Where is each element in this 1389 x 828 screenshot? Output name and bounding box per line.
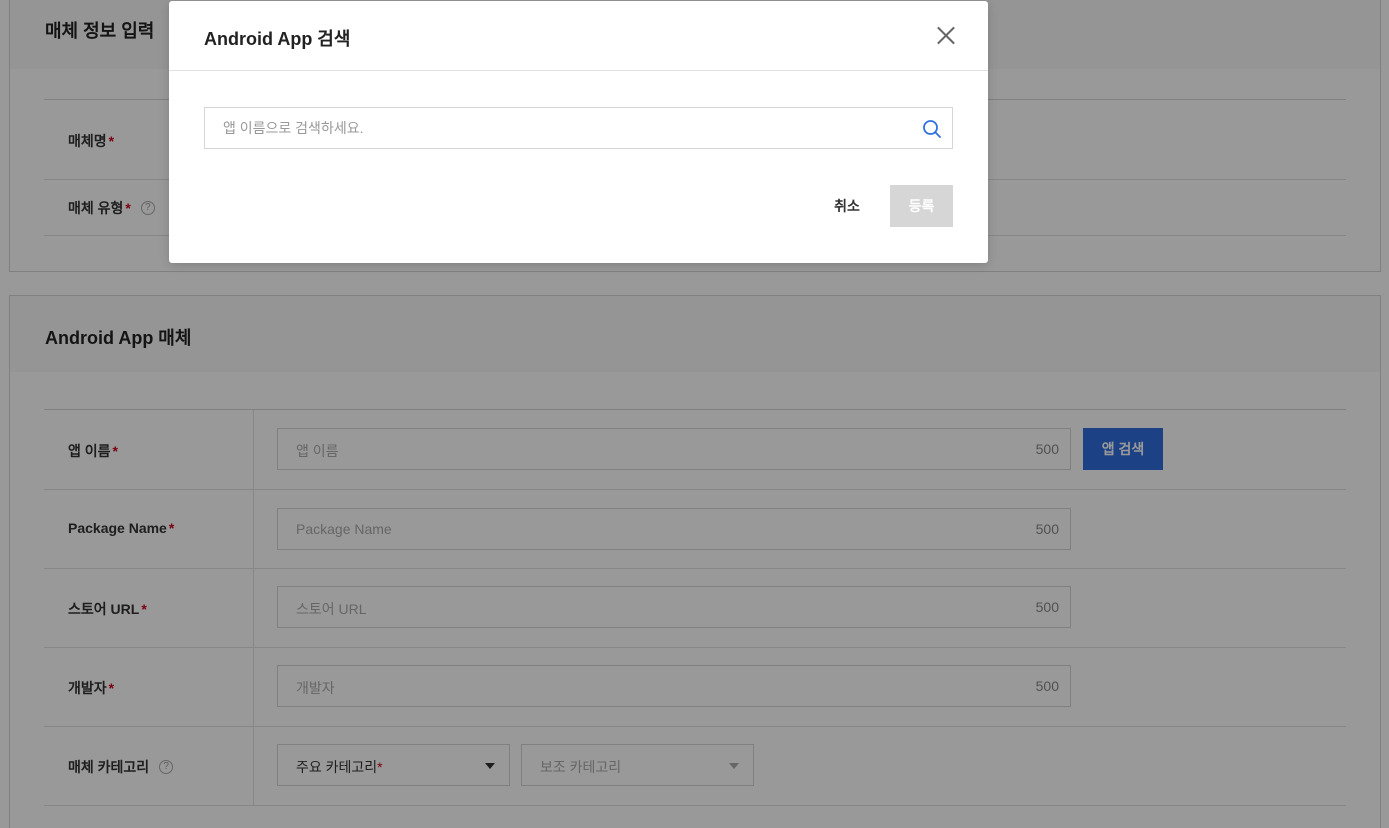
close-icon[interactable] [934,23,958,47]
register-button[interactable]: 등록 [890,185,953,227]
modal-header: Android App 검색 [169,1,988,71]
modal-title: Android App 검색 [204,29,351,49]
search-icon[interactable] [922,119,942,139]
android-app-search-modal: Android App 검색 취소 등록 [169,1,988,263]
app-search-input[interactable] [205,108,905,148]
page-background: 매체 정보 입력 매체명* 매체 유형* ? Android App 매체 [0,0,1389,828]
cancel-button[interactable]: 취소 [821,185,873,227]
app-search-box [204,107,953,149]
